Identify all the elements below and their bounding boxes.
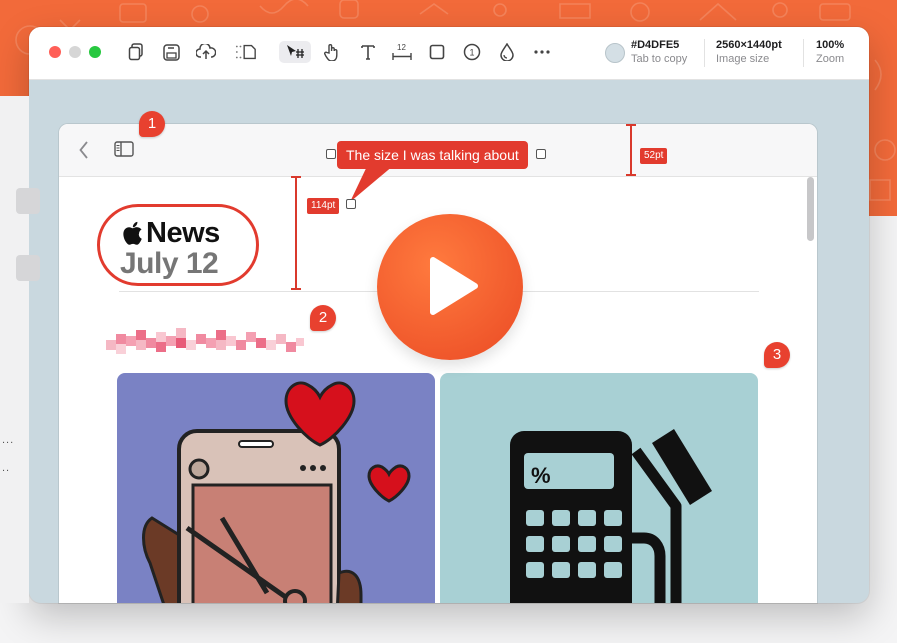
sidebar-chip — [16, 255, 40, 281]
article-card-phone[interactable] — [117, 373, 435, 603]
hand-tool-icon[interactable] — [321, 41, 343, 63]
news-logo: News July 12 — [97, 204, 259, 286]
save-icon[interactable] — [160, 41, 182, 63]
toolbar: 12 1 #D4DFE5 Tab to copy 2560×1440pt Ima… — [29, 27, 869, 80]
sidebar-dots: .. — [2, 462, 11, 474]
close-window-button[interactable] — [49, 46, 61, 58]
zoom-label: Zoom — [816, 53, 845, 65]
counter-badge-3[interactable]: 3 — [764, 342, 790, 368]
copy-icon[interactable] — [125, 41, 147, 63]
toolbar-divider — [803, 39, 804, 67]
select-tool-icon[interactable] — [279, 41, 311, 63]
resize-handle[interactable] — [536, 149, 546, 159]
measure-tick — [626, 174, 636, 176]
text-tool-icon[interactable] — [357, 41, 379, 63]
counter-tool-icon[interactable]: 1 — [461, 41, 483, 63]
callout-annotation[interactable]: The size I was talking about — [337, 141, 528, 169]
zoom-window-button[interactable] — [89, 46, 101, 58]
measure-tool-number: 12 — [397, 43, 406, 52]
news-title: News — [146, 217, 220, 249]
play-icon — [430, 257, 478, 315]
sidebar-chip — [16, 188, 40, 214]
measure-label-114pt: 114pt — [307, 198, 340, 214]
minimize-window-button[interactable] — [69, 46, 81, 58]
resize-handle[interactable] — [326, 149, 336, 159]
color-hex-value[interactable]: #D4DFE5 — [631, 39, 679, 51]
apple-logo-icon — [123, 221, 142, 245]
pointer-handle[interactable] — [346, 199, 356, 209]
counter-badge-2[interactable]: 2 — [310, 305, 336, 331]
play-button[interactable] — [377, 214, 523, 360]
image-size-value: 2560×1440pt — [716, 39, 782, 51]
color-swatch[interactable] — [605, 43, 625, 63]
toolbar-divider — [704, 39, 705, 67]
upload-icon[interactable] — [195, 41, 217, 63]
image-size-label: Image size — [716, 53, 770, 65]
measure-tick — [291, 288, 301, 290]
measure-tick — [291, 176, 301, 178]
back-chevron-icon[interactable] — [79, 141, 89, 159]
counter-badge-1[interactable]: 1 — [139, 111, 165, 137]
color-copy-label: Tab to copy — [631, 53, 688, 65]
more-icon[interactable] — [531, 41, 553, 63]
sidebar-dots: ... — [2, 434, 15, 446]
pixelated-redaction — [106, 328, 304, 354]
news-date: July 12 — [120, 247, 219, 280]
phone-scissors-illustration — [142, 381, 411, 603]
counter-tool-number: 1 — [470, 48, 475, 58]
article-card-calculator[interactable]: % — [440, 373, 758, 603]
calculator-fuel-pump-illustration: % — [510, 429, 712, 603]
scrollbar[interactable] — [807, 177, 814, 241]
measure-line-52[interactable] — [630, 124, 632, 176]
measure-line-114[interactable] — [295, 176, 297, 290]
zoom-value[interactable]: 100% — [816, 39, 844, 51]
rectangle-tool-icon[interactable] — [426, 41, 448, 63]
blur-tool-icon[interactable] — [496, 41, 518, 63]
screenshot-canvas[interactable]: News July 12 % — [59, 124, 817, 603]
svg-text:%: % — [531, 463, 551, 488]
sidebar-toggle-icon[interactable] — [114, 141, 134, 157]
measure-label-52pt: 52pt — [640, 148, 668, 164]
crop-icon[interactable] — [235, 41, 257, 63]
measure-tick — [626, 124, 636, 126]
underlying-sidebar: ... .. — [0, 96, 40, 603]
measure-tool-icon[interactable]: 12 — [391, 41, 413, 63]
